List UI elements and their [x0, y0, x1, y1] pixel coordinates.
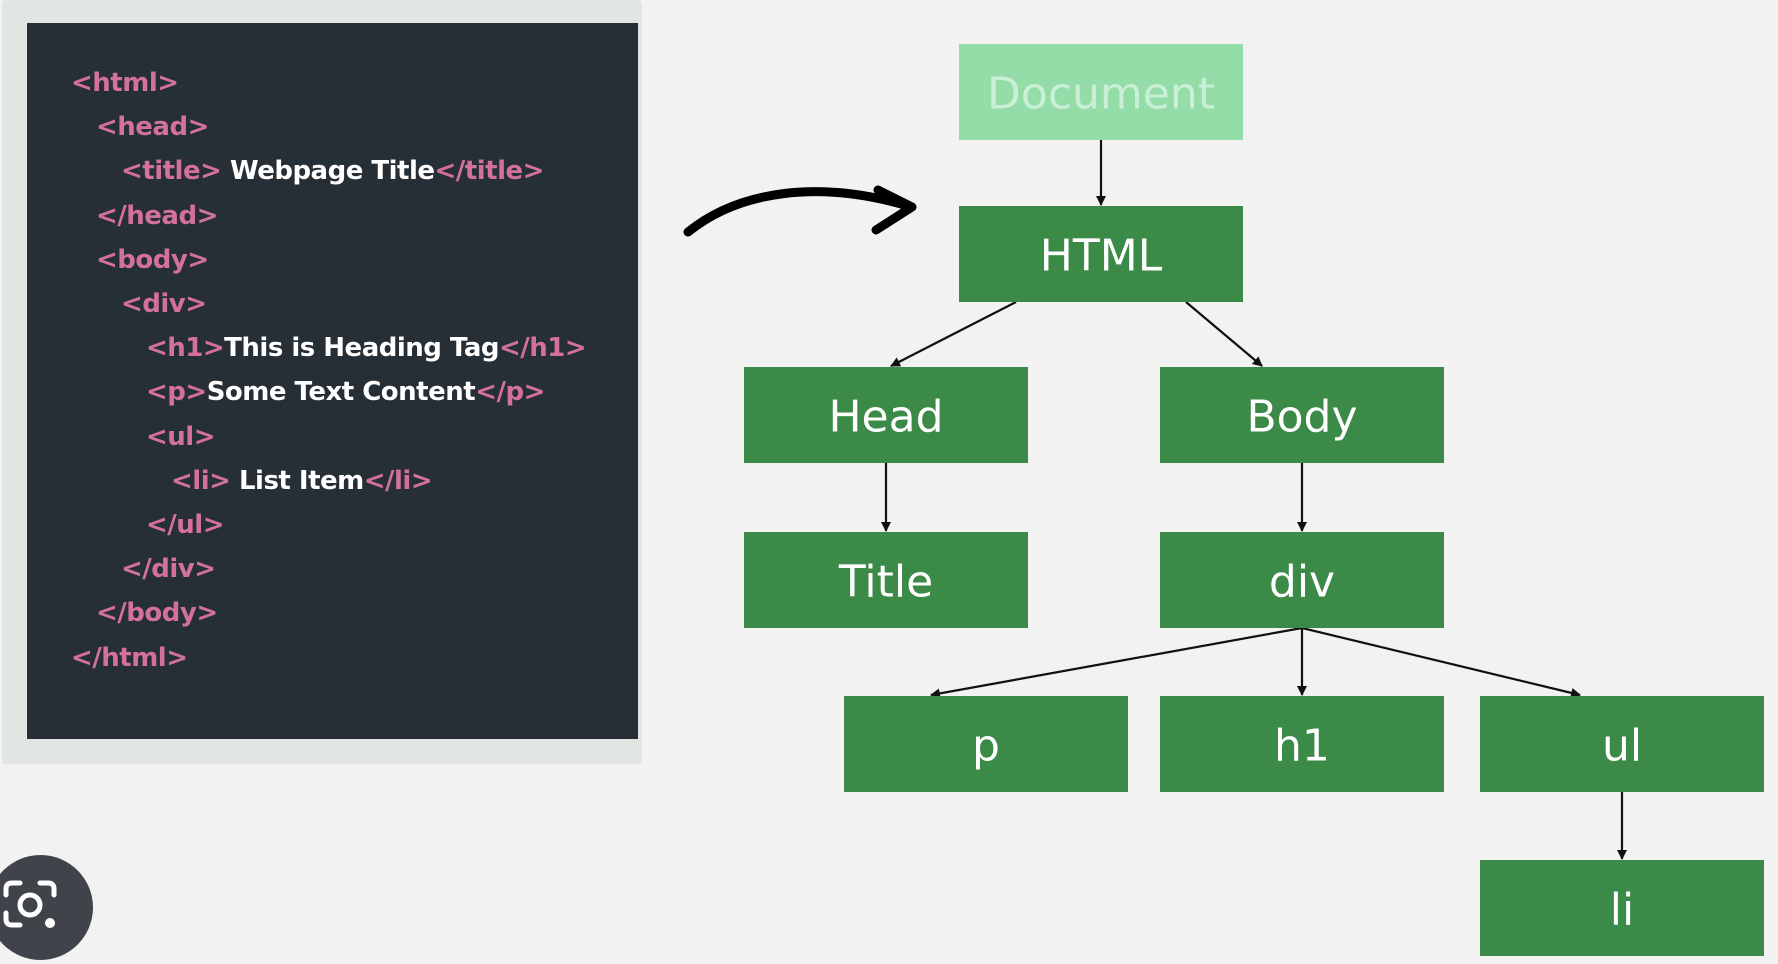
node-label-html: HTML [1040, 231, 1163, 282]
node-title: Title [744, 532, 1028, 628]
node-document: Document [959, 44, 1243, 140]
node-li: li [1480, 860, 1764, 956]
dom-tree-diagram: Document HTML Head Body Title div p h1 ul li [683, 44, 1764, 956]
node-body: Body [1160, 367, 1444, 463]
node-label-ul: ul [1602, 721, 1642, 772]
node-label-h1: h1 [1274, 721, 1330, 772]
node-div: div [1160, 532, 1444, 628]
camera-search-glyph [3, 880, 57, 928]
node-label-body: Body [1246, 392, 1357, 443]
edge-div-p [930, 626, 1303, 699]
node-head: Head [744, 367, 1028, 463]
camera-search-icon[interactable] [0, 855, 93, 960]
node-label-title: Title [838, 557, 933, 608]
node-label-p: p [972, 721, 1000, 772]
edge-html-head [890, 301, 1017, 367]
node-h1: h1 [1160, 696, 1444, 792]
node-label-document: Document [987, 69, 1215, 120]
edge-div-ul [1301, 626, 1581, 698]
node-ul: ul [1480, 696, 1764, 792]
node-label-div: div [1269, 557, 1335, 608]
node-label-li: li [1610, 885, 1634, 936]
node-html: HTML [959, 206, 1243, 302]
curved-arrow-head [871, 185, 917, 235]
node-p: p [844, 696, 1128, 792]
node-label-head: Head [828, 392, 943, 443]
edge-html-body [1185, 301, 1263, 367]
